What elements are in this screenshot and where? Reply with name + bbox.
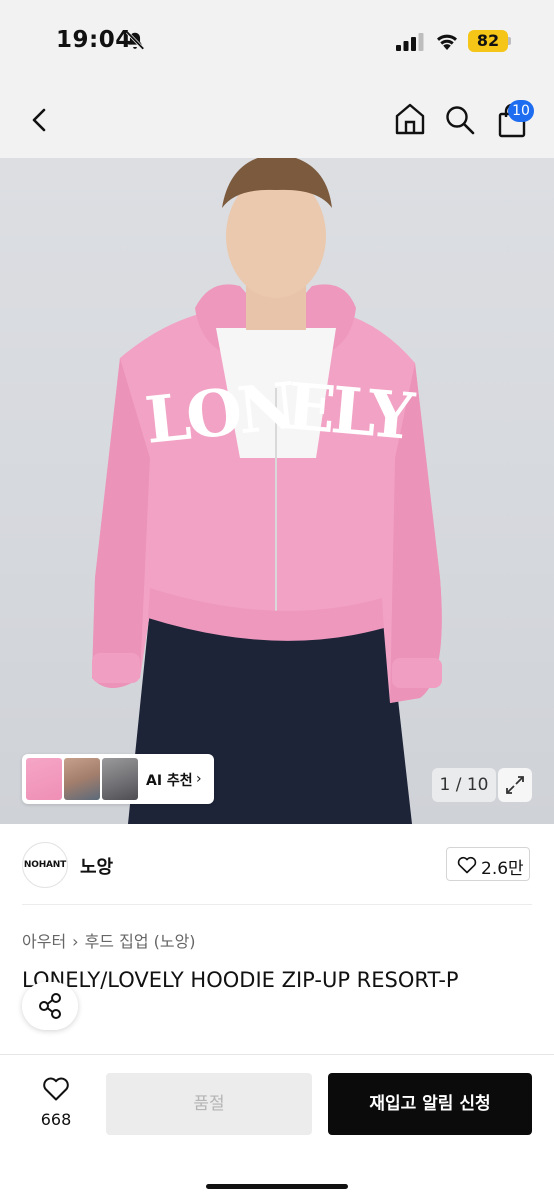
wifi-icon (437, 34, 457, 50)
heart-icon (457, 856, 477, 874)
back-icon[interactable] (24, 102, 56, 138)
product-title: LONELY/LOVELY HOODIE ZIP-UP RESORT-P (22, 968, 459, 992)
brand-name[interactable]: 노앙 (80, 853, 113, 879)
share-icon[interactable] (22, 982, 78, 1030)
home-icon[interactable] (392, 100, 428, 138)
svg-text:ELY: ELY (284, 369, 419, 455)
product-image[interactable]: LON ELY (0, 158, 554, 824)
divider (22, 904, 532, 905)
brand-logo[interactable]: NOHANT (22, 842, 68, 888)
top-nav-bar (0, 80, 554, 158)
ai-recommend-strip[interactable]: AI 추천 › (22, 754, 214, 804)
chevron-right-icon: › (196, 771, 202, 787)
brand-like-button[interactable]: 2.6만 (446, 847, 530, 881)
signal-icon (396, 33, 424, 51)
status-time: 19:04 (56, 27, 132, 53)
cart-count-badge: 10 (508, 100, 534, 122)
search-icon[interactable] (442, 100, 478, 138)
breadcrumb-item-hoodie[interactable]: 후드 집업 (노앙) (85, 932, 196, 951)
heart-icon (43, 1077, 69, 1101)
battery-tip (508, 37, 511, 45)
breadcrumb-item-outer[interactable]: 아우터 (22, 932, 66, 951)
bottom-bar-divider (0, 1054, 554, 1055)
status-bar: 19:04 82 (0, 0, 554, 80)
image-counter: 1 / 10 (432, 768, 496, 802)
restock-notify-button[interactable]: 재입고 알림 신청 (328, 1073, 532, 1135)
bell-off-icon (126, 31, 145, 50)
thumbnail-3[interactable] (102, 758, 138, 800)
product-photo: LON ELY (92, 158, 442, 824)
thumbnail-1[interactable] (26, 758, 62, 800)
svg-text:LON: LON (142, 369, 298, 459)
home-indicator (206, 1184, 348, 1189)
wish-button[interactable]: 668 (30, 1076, 82, 1136)
breadcrumb: 아우터 › 후드 집업 (노앙) (22, 928, 196, 952)
ai-recommend-label: AI 추천 (146, 773, 193, 789)
expand-icon[interactable] (498, 768, 532, 802)
chevron-right-icon: › (72, 932, 79, 951)
wish-count: 668 (40, 1110, 72, 1129)
soldout-button: 품절 (106, 1073, 312, 1135)
thumbnail-2[interactable] (64, 758, 100, 800)
battery-icon: 82 (468, 30, 508, 52)
brand-like-count: 2.6만 (481, 859, 524, 879)
